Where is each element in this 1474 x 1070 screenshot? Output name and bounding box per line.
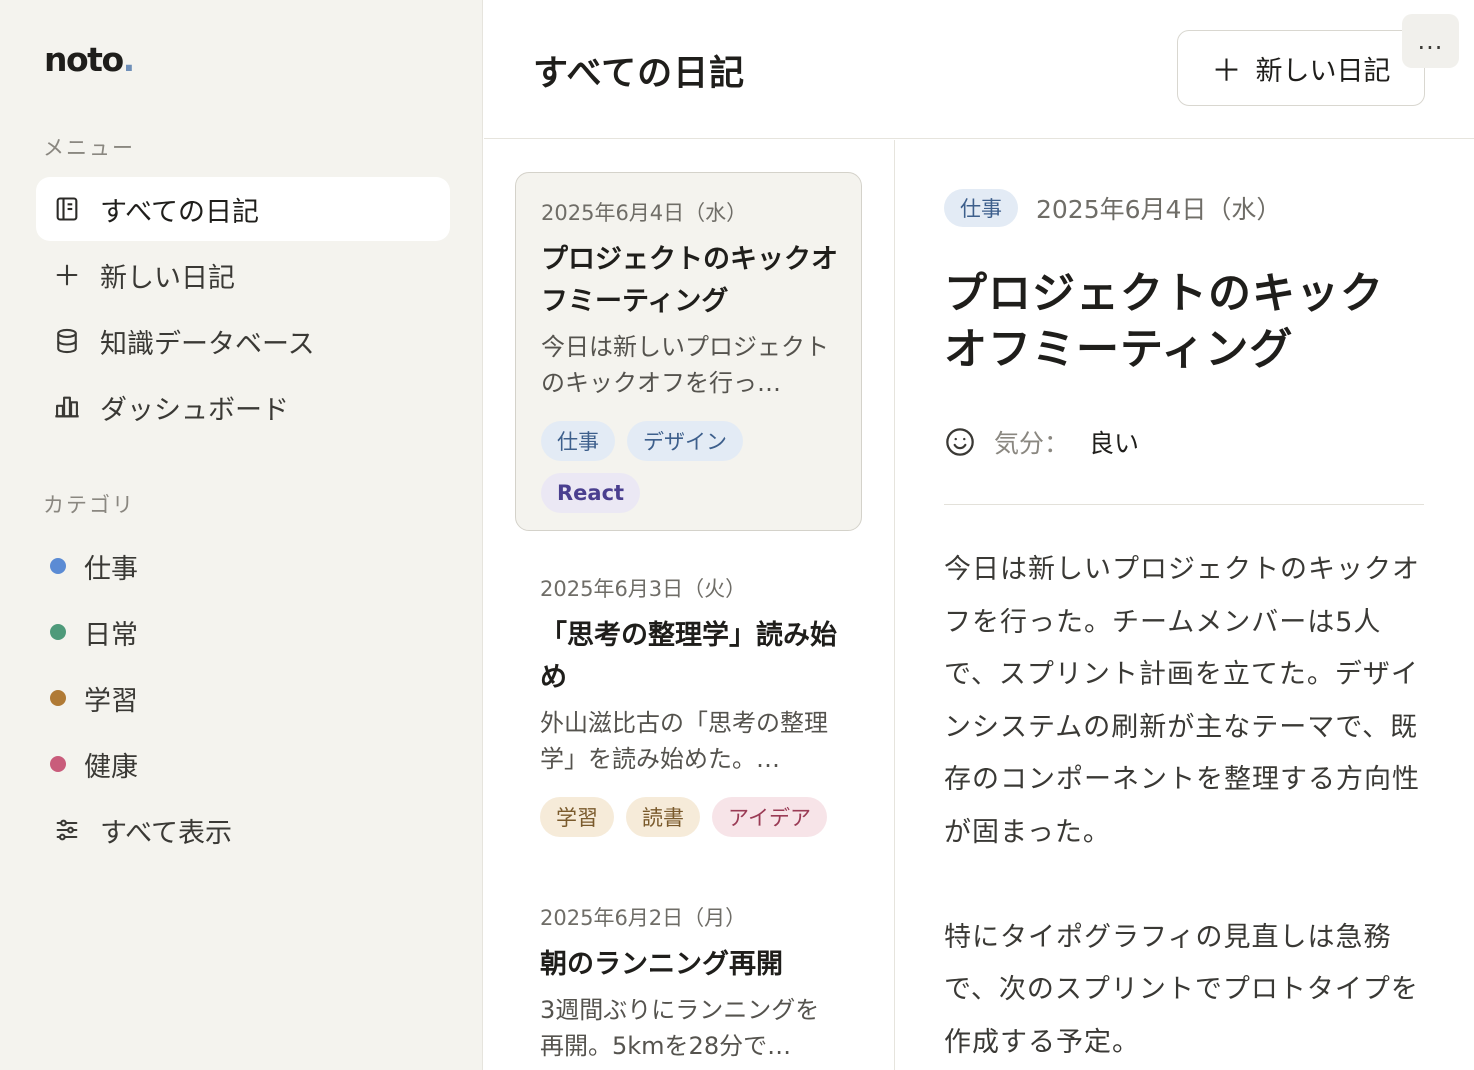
categories-section-label: カテゴリ [43,493,135,517]
entry-title: 朝のランニング再開 [540,949,783,980]
sidebar-item-new-entry[interactable]: 新しい日記 [36,243,450,307]
category-label: 学習 [84,685,138,717]
ellipsis-icon: ... [1417,27,1444,55]
header: すべての日記 ＋ 新しい日記 ... [484,0,1474,139]
sidebar-item-label: ダッシュボード [100,394,289,426]
show-all-label: すべて表示 [100,817,233,849]
database-icon [51,325,83,357]
entry-excerpt: 外山滋比古の「思考の整理学」を読み始めた。… [540,709,828,773]
entry-date: 2025年6月2日（月） [540,906,747,930]
category-label: 仕事 [84,553,138,585]
menu-section-label: メニュー [43,136,135,160]
entry-card[interactable]: 2025年6月3日（火） 「思考の整理学」読み始め 外山滋比古の「思考の整理学」… [515,549,862,849]
tag[interactable]: 読書 [626,797,700,837]
plus-icon [51,259,83,291]
detail-category-tag[interactable]: 仕事 [944,189,1018,227]
tag[interactable]: 仕事 [541,421,615,461]
entry-excerpt: 3週間ぶりにランニングを再開。5kmを28分で… [540,996,820,1060]
tag[interactable]: 学習 [540,797,614,837]
entry-title: 「思考の整理学」読み始め [540,620,837,693]
sidebar: noto. メニュー すべての日記 新しい日記 知識データベース ダッシュボード… [0,0,483,1070]
entry-tags: 仕事 デザイン React [541,421,801,513]
category-label: 日常 [84,619,138,651]
sidebar-item-dashboard[interactable]: ダッシュボード [36,375,450,439]
entry-date: 2025年6月4日（水） [541,201,748,225]
tag[interactable]: デザイン [627,421,743,461]
detail-body: 今日は新しいプロジェクトのキックオフを行った。チームメンバーは5人で、スプリント… [944,554,1420,1058]
category-dot [50,690,66,706]
detail-date: 2025年6月4日（水） [1036,195,1282,224]
new-entry-button-label: 新しい日記 [1255,55,1391,87]
tag[interactable]: React [541,473,641,513]
page-title: すべての日記 [533,54,746,94]
category-dot [50,558,66,574]
category-dot [50,624,66,640]
new-entry-button[interactable]: ＋ 新しい日記 [1177,30,1425,106]
entry-card[interactable]: 2025年6月2日（月） 朝のランニング再開 3週間ぶりにランニングを再開。5k… [515,878,862,1070]
logo-dot: . [122,40,136,79]
category-dot [50,756,66,772]
mood-row: 気分： 良い [944,424,1139,460]
entry-detail: 仕事 2025年6月4日（水） プロジェクトのキックオフミーティング 気分： 良… [896,140,1474,1070]
mood-value: 良い [1089,429,1140,458]
smile-icon [946,428,974,456]
category-label: 健康 [84,751,138,783]
entry-title: プロジェクトのキックオフミーティング [541,244,838,317]
app-logo[interactable]: noto. [44,40,136,79]
mood-label: 気分： [994,429,1070,458]
entry-card[interactable]: 2025年6月4日（水） プロジェクトのキックオフミーティング 今日は新しいプロ… [515,172,862,531]
bar-chart-icon [51,391,83,423]
entry-excerpt: 今日は新しいプロジェクトのキックオフを行っ… [541,333,829,397]
category-item-learning[interactable]: 学習 [50,678,138,718]
category-item-health[interactable]: 健康 [50,744,138,784]
divider [944,504,1424,505]
detail-meta: 仕事 2025年6月4日（水） [944,189,1281,227]
tag[interactable]: アイデア [712,797,827,837]
plus-icon: ＋ [1211,54,1242,89]
notebook-icon [51,193,83,225]
entry-date: 2025年6月3日（火） [540,577,747,601]
more-options-button[interactable]: ... [1402,14,1459,68]
entry-list: 2025年6月4日（水） プロジェクトのキックオフミーティング 今日は新しいプロ… [484,140,895,1070]
sidebar-item-knowledge-db[interactable]: 知識データベース [36,309,450,373]
sidebar-item-all-entries[interactable]: すべての日記 [36,177,450,241]
sidebar-item-label: 知識データベース [100,328,315,360]
sidebar-item-label: すべての日記 [100,196,260,228]
sliders-icon [51,814,83,846]
detail-title: プロジェクトのキックオフミーティング [944,269,1384,375]
category-item-daily[interactable]: 日常 [50,612,138,652]
sidebar-item-label: 新しい日記 [100,262,235,294]
show-all-categories-button[interactable]: すべて表示 [36,798,450,862]
entry-tags: 学習 読書 アイデア [540,797,860,837]
category-item-work[interactable]: 仕事 [50,546,138,586]
logo-text: noto [44,40,124,79]
